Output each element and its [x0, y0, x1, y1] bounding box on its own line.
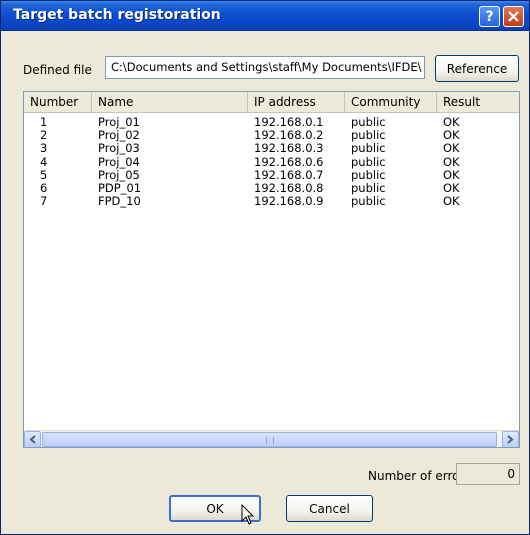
defined-file-path-field[interactable]: C:\Documents and Settings\staff\My Docum…: [105, 56, 425, 79]
title-bar[interactable]: Target batch registoration ?: [1, 1, 529, 31]
error-count-label: Number of error: [368, 469, 465, 483]
cell-result: OK: [443, 181, 460, 195]
help-button[interactable]: ?: [479, 6, 500, 27]
cell-name: Proj_02: [98, 129, 140, 143]
cell-community: public: [351, 129, 386, 143]
cell-community: public: [351, 142, 386, 156]
list-body: 1 Proj_01 192.168.0.1 public OK 2 Proj_0…: [24, 116, 519, 208]
cell-community: public: [351, 181, 386, 195]
cell-number: 3: [40, 142, 48, 156]
column-header-ip-address[interactable]: IP address: [248, 92, 345, 113]
cell-result: OK: [443, 155, 460, 169]
error-count-field: 0: [456, 463, 520, 485]
target-list[interactable]: Number Name IP address Community Result …: [23, 91, 520, 448]
cell-result: OK: [443, 116, 460, 129]
cell-number: 2: [40, 129, 48, 143]
window-title: Target batch registoration: [13, 7, 221, 23]
cell-name: Proj_01: [98, 116, 140, 129]
close-icon: [508, 11, 519, 22]
cell-ip-address: 192.168.0.3: [254, 142, 324, 156]
cell-number: 6: [40, 181, 48, 195]
column-header-result[interactable]: Result: [437, 92, 519, 113]
defined-file-label: Defined file: [23, 63, 92, 77]
close-button[interactable]: [503, 6, 524, 27]
chevron-left-icon: [29, 435, 36, 444]
cell-ip-address: 192.168.0.6: [254, 155, 324, 169]
cell-number: 1: [40, 116, 48, 129]
column-header-number[interactable]: Number: [24, 92, 92, 113]
horizontal-scrollbar[interactable]: [24, 430, 519, 447]
cell-name: PDP_01: [98, 181, 142, 195]
column-header-name[interactable]: Name: [92, 92, 248, 113]
cancel-button[interactable]: Cancel: [286, 495, 373, 522]
cell-ip-address: 192.168.0.9: [254, 195, 324, 209]
cell-community: public: [351, 155, 386, 169]
cell-community: public: [351, 116, 386, 129]
table-row[interactable]: 6 PDP_01 192.168.0.8 public OK: [24, 182, 519, 195]
scroll-left-button[interactable]: [24, 431, 41, 447]
cell-name: Proj_03: [98, 142, 140, 156]
mouse-pointer-icon: [241, 504, 255, 525]
cell-ip-address: 192.168.0.8: [254, 181, 324, 195]
cell-ip-address: 192.168.0.7: [254, 168, 324, 182]
cell-name: Proj_05: [98, 168, 140, 182]
cell-result: OK: [443, 195, 460, 209]
table-row[interactable]: 3 Proj_03 192.168.0.3 public OK: [24, 142, 519, 155]
cell-number: 7: [40, 195, 48, 209]
list-header: Number Name IP address Community Result: [24, 92, 519, 113]
dialog-window: Target batch registoration ? Defined fil…: [0, 0, 530, 535]
table-row[interactable]: 7 FPD_10 192.168.0.9 public OK: [24, 195, 519, 208]
cell-number: 4: [40, 155, 48, 169]
table-row[interactable]: 5 Proj_05 192.168.0.7 public OK: [24, 169, 519, 182]
cell-ip-address: 192.168.0.1: [254, 116, 324, 129]
cell-name: FPD_10: [98, 195, 141, 209]
cell-ip-address: 192.168.0.2: [254, 129, 324, 143]
cell-result: OK: [443, 129, 460, 143]
column-header-community[interactable]: Community: [345, 92, 437, 113]
table-row[interactable]: 4 Proj_04 192.168.0.6 public OK: [24, 156, 519, 169]
thumb-grip: [265, 437, 274, 444]
scrollbar-thumb[interactable]: [42, 432, 497, 447]
help-icon: ?: [485, 8, 494, 25]
table-row[interactable]: 2 Proj_02 192.168.0.2 public OK: [24, 129, 519, 142]
reference-button[interactable]: Reference: [435, 55, 519, 82]
scroll-right-button[interactable]: [502, 431, 519, 447]
cell-name: Proj_04: [98, 155, 140, 169]
cell-community: public: [351, 195, 386, 209]
chevron-right-icon: [507, 435, 514, 444]
cell-community: public: [351, 168, 386, 182]
cell-number: 5: [40, 168, 48, 182]
table-row[interactable]: 1 Proj_01 192.168.0.1 public OK: [24, 116, 519, 129]
cell-result: OK: [443, 142, 460, 156]
cell-result: OK: [443, 168, 460, 182]
